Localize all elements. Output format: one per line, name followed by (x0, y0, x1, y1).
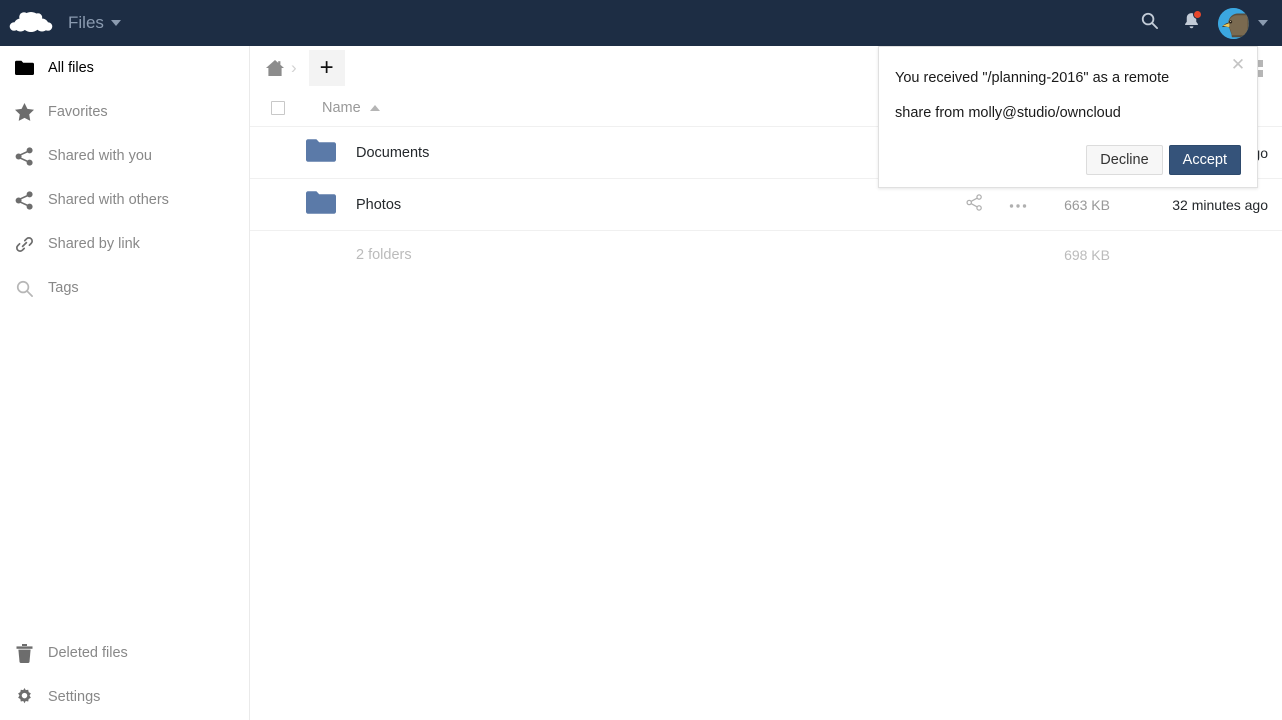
sidebar-label: Shared with you (48, 148, 152, 164)
owncloud-cloud-logo (9, 8, 53, 39)
share-icon (14, 190, 34, 210)
decline-button[interactable]: Decline (1086, 145, 1162, 175)
sidebar-label: Favorites (48, 104, 108, 120)
sidebar-label: Shared with others (48, 192, 169, 208)
table-summary-row: 2 folders 698 KB (250, 231, 1282, 279)
app-title-label: Files (68, 13, 104, 33)
sidebar-item-shared-with-you[interactable]: Shared with you (0, 134, 249, 178)
sidebar-item-shared-with-others[interactable]: Shared with others (0, 178, 249, 222)
sidebar-top-nav: All files Favorites Shared with you (0, 46, 249, 310)
breadcrumb-separator-icon: › (291, 58, 297, 78)
folder-icon (14, 58, 34, 78)
sidebar-item-deleted-files[interactable]: Deleted files (0, 631, 250, 675)
sidebar-item-settings[interactable]: Settings (0, 675, 250, 719)
file-name-label: Documents (322, 145, 952, 161)
search-icon (1140, 11, 1159, 35)
trash-icon (14, 643, 34, 663)
avatar-chevron-down-icon[interactable] (1258, 20, 1268, 26)
share-icon (966, 194, 983, 216)
select-all-checkbox[interactable] (271, 101, 285, 115)
sort-ascending-icon (370, 105, 380, 111)
share-icon (14, 146, 34, 166)
notification-popup: ✕ You received "/planning-2016" as a rem… (878, 46, 1258, 188)
sidebar-label: Settings (48, 689, 100, 705)
notification-actions: Decline Accept (895, 145, 1241, 175)
file-modified-label: 32 minutes ago (1132, 197, 1282, 213)
app-header: Files (0, 0, 1282, 46)
app-title-dropdown[interactable]: Files (62, 13, 121, 33)
file-size-label: 663 KB (1040, 197, 1132, 213)
sidebar-item-all-files[interactable]: All files (0, 46, 249, 90)
notification-badge (1193, 10, 1202, 19)
sidebar-item-shared-by-link[interactable]: Shared by link (0, 222, 249, 266)
sidebar-bottom-nav: Deleted files Settings (0, 631, 250, 719)
notifications-button[interactable] (1170, 0, 1212, 46)
file-icon-cell (250, 190, 322, 220)
header-actions (1128, 0, 1282, 46)
file-name-label: Photos (322, 197, 952, 213)
tag-search-icon (14, 278, 34, 298)
gear-icon (14, 687, 34, 707)
sidebar: All files Favorites Shared with you (0, 46, 250, 720)
sidebar-item-favorites[interactable]: Favorites (0, 90, 249, 134)
summary-count-label: 2 folders (250, 247, 412, 263)
link-icon (14, 234, 34, 254)
owncloud-logo-link[interactable] (0, 0, 62, 46)
more-actions-icon (1009, 196, 1027, 214)
select-all-cell (250, 101, 322, 115)
notification-message-line1: You received "/planning-2016" as a remot… (895, 61, 1241, 96)
sidebar-label: Shared by link (48, 236, 140, 252)
accept-button[interactable]: Accept (1169, 145, 1241, 175)
sidebar-label: Deleted files (48, 645, 128, 661)
chevron-down-icon (111, 20, 121, 26)
star-icon (14, 102, 34, 122)
sidebar-label: All files (48, 60, 94, 76)
new-file-button[interactable]: + (309, 50, 345, 86)
sidebar-item-tags[interactable]: Tags (0, 266, 249, 310)
search-button[interactable] (1128, 0, 1170, 46)
file-icon-cell (250, 138, 322, 168)
column-header-name[interactable]: Name (322, 100, 380, 116)
home-icon[interactable] (265, 59, 285, 77)
column-header-name-label: Name (322, 100, 361, 116)
summary-size-label: 698 KB (1040, 247, 1132, 263)
notification-message-line2: share from molly@studio/owncloud (895, 96, 1241, 131)
avatar[interactable] (1218, 8, 1249, 39)
sidebar-label: Tags (48, 280, 79, 296)
close-icon[interactable]: ✕ (1229, 55, 1247, 73)
